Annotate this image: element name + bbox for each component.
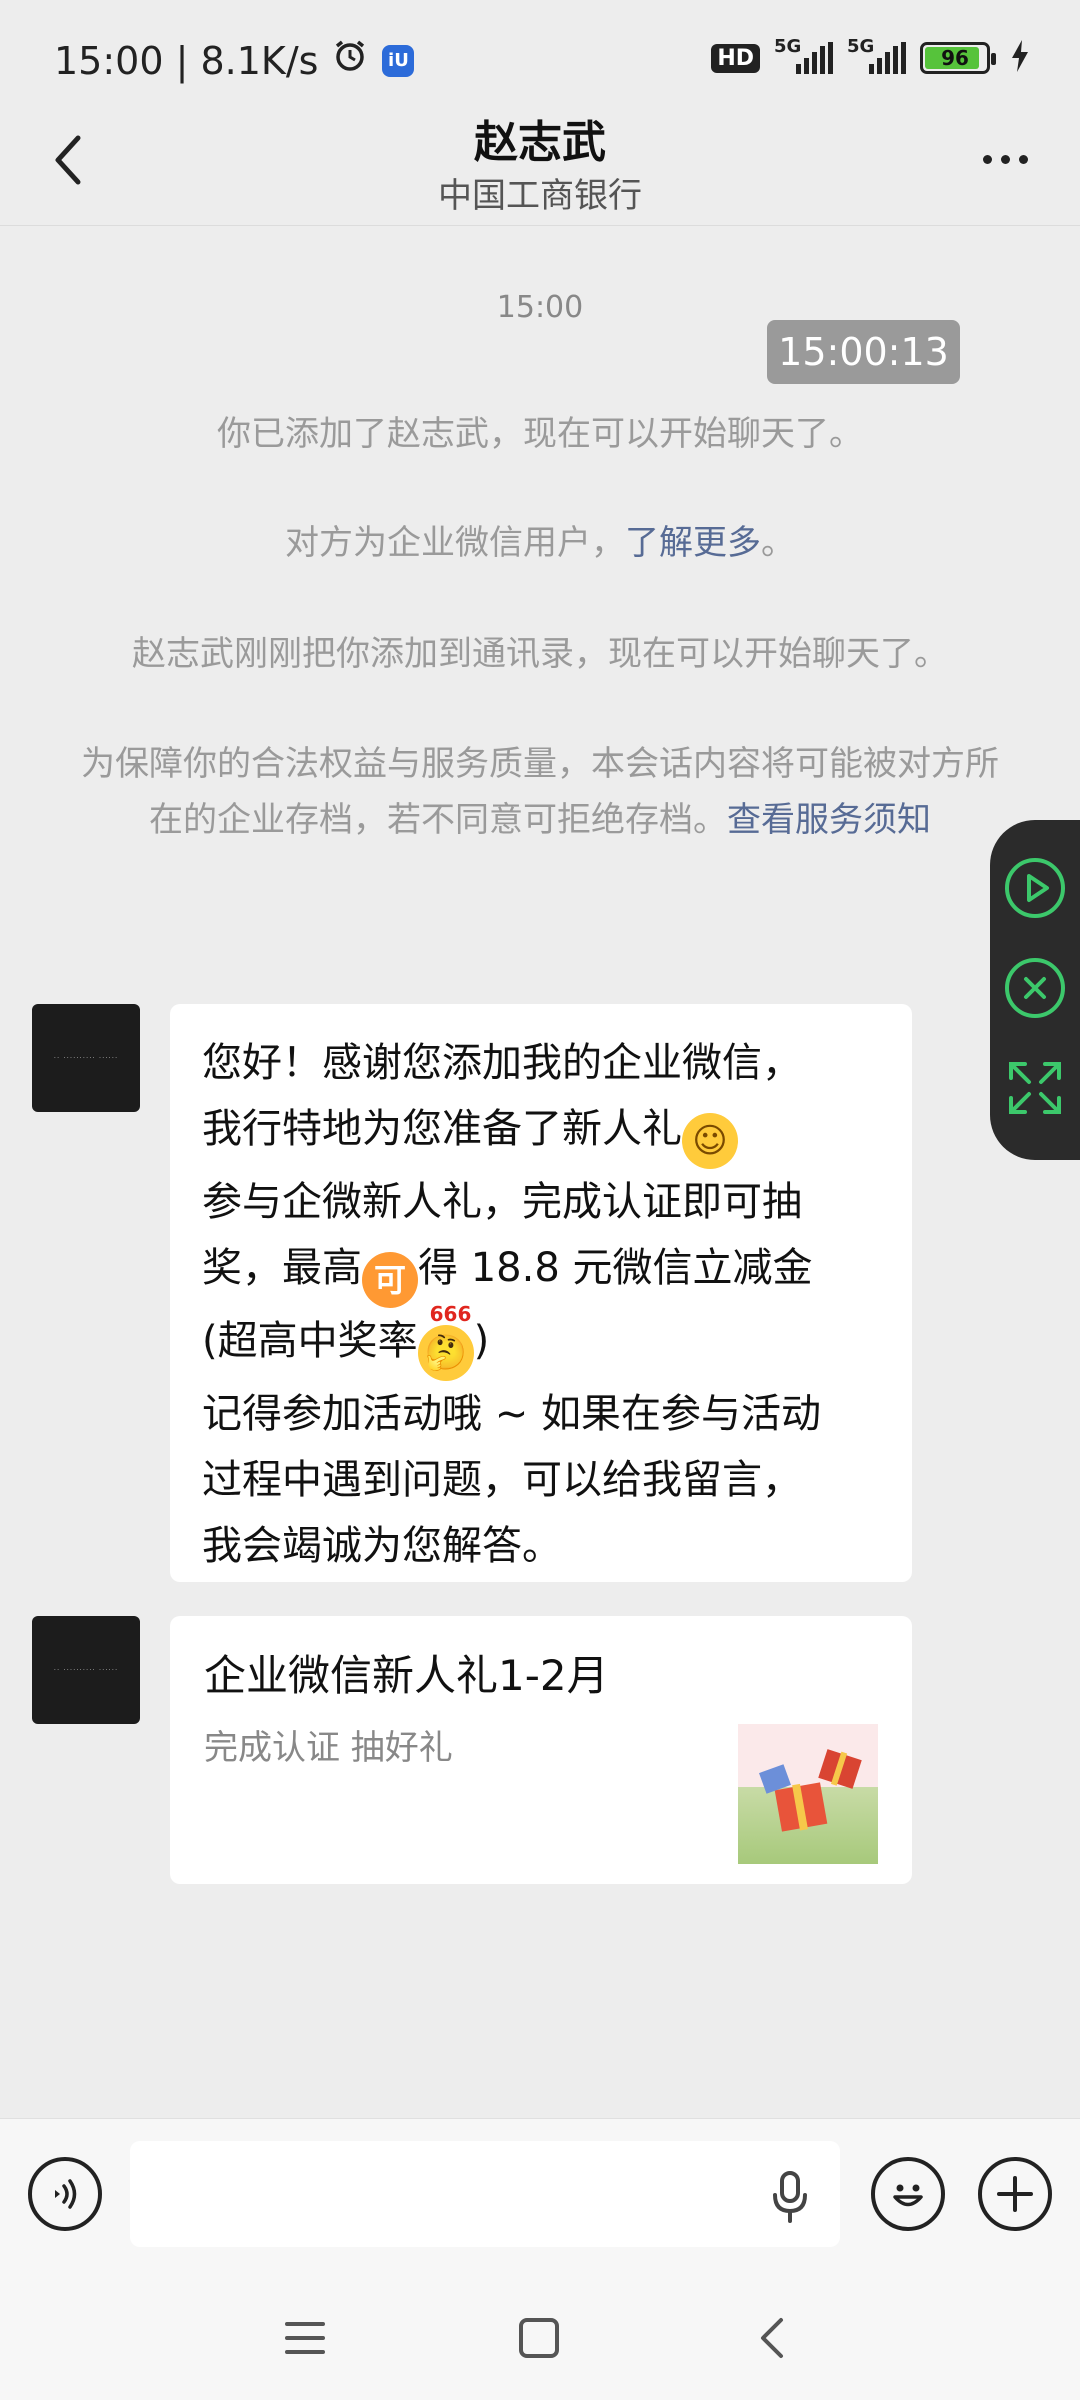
battery-level: 96 bbox=[941, 46, 969, 70]
learn-more-link[interactable]: 了解更多 bbox=[625, 523, 761, 563]
message-bubble-text[interactable]: 您好！感谢您添加我的企业微信， 我行特地为您准备了新人礼 ☺ 参与企微新人礼，完成… bbox=[170, 1004, 912, 1582]
more-options-button[interactable] bbox=[970, 134, 1040, 184]
message-line: 过程中遇到问题，可以给我留言， bbox=[202, 1457, 802, 1503]
hd-badge: HD bbox=[711, 43, 760, 73]
signal-icon: 5G bbox=[774, 36, 833, 74]
message-line: 记得参加活动哦 ~ 如果在参与活动 bbox=[202, 1391, 821, 1437]
voice-input-button[interactable] bbox=[28, 2157, 102, 2231]
message-card[interactable]: 企业微信新人礼1-2月 完成认证 抽好礼 bbox=[170, 1616, 912, 1884]
plus-icon bbox=[997, 2176, 1033, 2212]
alarm-icon bbox=[332, 38, 368, 83]
floating-control-panel bbox=[990, 820, 1080, 1160]
system-message-contact-added: 赵志武刚刚把你添加到通讯录，现在可以开始聊天了。 bbox=[132, 634, 948, 674]
system-navigation-bar bbox=[0, 2278, 1080, 2400]
system-message-text: 对方为企业微信用户， bbox=[285, 523, 625, 563]
back-nav-button[interactable] bbox=[738, 2308, 808, 2368]
emoji-button[interactable] bbox=[871, 2157, 945, 2231]
signal-icon: 5G bbox=[847, 36, 906, 74]
thinking-666-emoji-icon: 666 🤔 bbox=[417, 1303, 474, 1381]
card-title: 企业微信新人礼1-2月 bbox=[204, 1651, 609, 1700]
network-type-label: 5G bbox=[774, 36, 802, 57]
message-text: 您好！感谢您添加我的企业微信， 我行特地为您准备了新人礼 ☺ 参与企微新人礼，完成… bbox=[170, 1004, 912, 1605]
message-line: (超高中奖率 666 🤔) bbox=[202, 1303, 880, 1381]
play-icon bbox=[1005, 858, 1065, 918]
time-tooltip: 15:00:13 bbox=[767, 320, 960, 384]
message-input[interactable] bbox=[130, 2141, 840, 2247]
smile-emoji-icon: ☺ bbox=[682, 1113, 738, 1169]
gift-thumbnail-image bbox=[738, 1724, 878, 1864]
battery-icon: 96 bbox=[920, 42, 996, 74]
menu-nav-button[interactable] bbox=[270, 2308, 340, 2368]
message-line: 您好！感谢您添加我的企业微信， bbox=[202, 1040, 802, 1086]
voice-wave-icon bbox=[55, 2179, 77, 2209]
more-dot-icon bbox=[1018, 154, 1028, 164]
add-attachment-button[interactable] bbox=[978, 2157, 1052, 2231]
app-badge-icon: iU bbox=[382, 44, 415, 77]
system-message-text: 。 bbox=[761, 523, 795, 563]
close-icon bbox=[1005, 958, 1065, 1018]
status-right: HD 5G 5G 96 bbox=[711, 36, 1030, 76]
system-message-enterprise: 对方为企业微信用户，了解更多。 bbox=[80, 515, 1000, 571]
microphone-icon[interactable] bbox=[765, 2167, 815, 2227]
chat-title: 赵志武 bbox=[474, 117, 606, 168]
network-type-label: 5G bbox=[847, 36, 875, 57]
input-bar bbox=[0, 2118, 1080, 2279]
message-line: 奖，最高可得 18.8 元微信立减金 bbox=[202, 1235, 880, 1308]
message-line: 我行特地为您准备了新人礼 ☺ bbox=[202, 1096, 880, 1169]
system-message-archive: 为保障你的合法权益与服务质量，本会话内容将可能被对方所在的企业存档，若不同意可拒… bbox=[80, 736, 1000, 848]
expand-button[interactable] bbox=[1003, 1056, 1067, 1120]
close-button[interactable] bbox=[1003, 956, 1067, 1020]
more-dot-icon bbox=[982, 154, 992, 164]
avatar[interactable]: ·· ·········· ······ bbox=[32, 1004, 140, 1112]
smiley-icon bbox=[893, 2184, 923, 2207]
more-dot-icon bbox=[1000, 154, 1010, 164]
message-line: 我会竭诚为您解答。 bbox=[202, 1523, 562, 1569]
charging-icon bbox=[1010, 40, 1030, 76]
home-square-icon bbox=[519, 2318, 559, 2358]
system-message-added: 你已添加了赵志武，现在可以开始聊天了。 bbox=[217, 414, 863, 454]
status-time-speed: 15:00 | 8.1K/s bbox=[54, 38, 319, 83]
status-left: 15:00 | 8.1K/s iU bbox=[54, 38, 415, 83]
service-notice-link[interactable]: 查看服务须知 bbox=[727, 800, 931, 840]
play-button[interactable] bbox=[1003, 856, 1067, 920]
home-nav-button[interactable] bbox=[504, 2308, 574, 2368]
card-subtitle: 完成认证 抽好礼 bbox=[204, 1728, 453, 1768]
menu-icon bbox=[285, 2322, 325, 2354]
back-arrow-icon bbox=[761, 2318, 783, 2358]
expand-icon bbox=[1009, 1062, 1061, 1114]
avatar[interactable]: ·· ·········· ······ bbox=[32, 1616, 140, 1724]
chat-subtitle: 中国工商银行 bbox=[438, 176, 642, 216]
chat-header: 赵志武 中国工商银行 bbox=[0, 100, 1080, 226]
message-line: 参与企微新人礼，完成认证即可抽 bbox=[202, 1179, 802, 1225]
ke-emoji-icon: 可 bbox=[362, 1252, 418, 1308]
